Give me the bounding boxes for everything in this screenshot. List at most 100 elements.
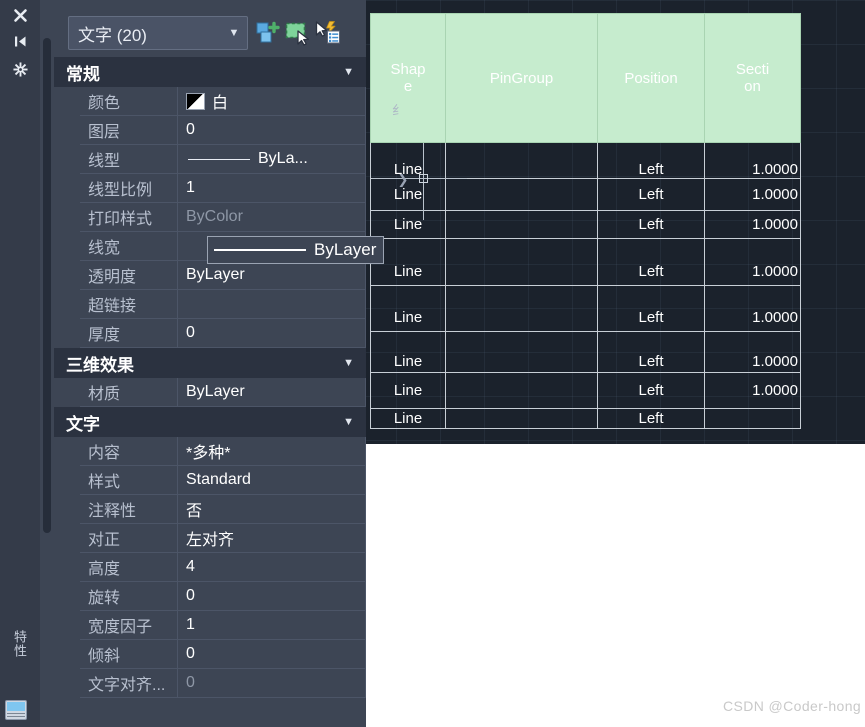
property-row[interactable]: 材质 ByLayer [54,378,366,407]
property-value[interactable]: 0 [178,669,366,698]
chevron-down-icon[interactable]: ▼ [221,27,247,39]
cell-pingroup[interactable] [445,331,598,373]
section-collapse-icon[interactable]: ▼ [343,66,366,78]
table-row[interactable]: Line Left 1.0000 [370,331,801,373]
property-row[interactable]: 旋转 0 [54,582,366,611]
property-row[interactable]: 超链接 [54,290,366,319]
table-row[interactable]: Line Left 1.0000 [370,372,801,409]
property-row[interactable]: 打印样式 ByColor [54,203,366,232]
add-to-selection-icon[interactable] [254,19,282,47]
properties-scrollbar-thumb[interactable] [43,38,51,533]
table-header-pingroup[interactable]: PinGroup [445,13,598,143]
table-row[interactable]: Line Left 1.0000 [370,238,801,286]
auto-hide-pin-icon[interactable] [4,28,36,54]
section-title: 三维效果 [66,355,134,375]
property-row[interactable]: 透明度 ByLayer [54,261,366,290]
table-row[interactable]: Line Left 1.0000 [370,178,801,211]
property-row[interactable]: 内容 *多种* [54,437,366,466]
property-value[interactable] [178,290,366,319]
cell-shape[interactable]: Line [370,285,446,332]
cell-position[interactable]: Left [597,408,705,429]
lineweight-active-editor[interactable]: ByLayer [207,236,384,264]
cell-position[interactable]: Left [597,331,705,373]
cell-pingroup[interactable] [445,408,598,429]
table-header-section[interactable]: Secti on [704,13,801,143]
property-row[interactable]: 文字对齐... 0 [54,669,366,698]
cell-pingroup[interactable] [445,210,598,239]
property-value[interactable]: 0 [178,582,366,611]
property-row[interactable]: 线型比例 1 [54,174,366,203]
property-value[interactable]: 1 [178,611,366,640]
section-collapse-icon[interactable]: ▼ [343,357,366,369]
table-header-position[interactable]: Position [597,13,705,143]
section-header-3[interactable]: 文字 ▼ [54,407,366,437]
property-value[interactable]: ByLayer [178,261,366,290]
cell-shape[interactable]: Line [370,372,446,409]
property-value[interactable]: 1 [178,174,366,203]
cell-section[interactable]: 1.0000 [704,331,801,373]
section-title: 文字 [66,414,100,434]
property-row[interactable]: 宽度因子 1 [54,611,366,640]
canvas-lower-white-area [366,444,865,727]
cell-shape[interactable]: Line [370,210,446,239]
property-row[interactable]: 样式 Standard [54,466,366,495]
property-value[interactable]: 4 [178,553,366,582]
cell-section[interactable]: 1.0000 [704,142,801,179]
property-row[interactable]: 颜色 白 [54,87,366,116]
cell-position[interactable]: Left [597,238,705,286]
property-row[interactable]: 线型 ByLa... [54,145,366,174]
settings-gear-icon[interactable] [4,56,36,82]
property-value[interactable]: 0 [178,116,366,145]
panel-collapse-arrow-icon[interactable]: ❯ [397,172,409,188]
cell-pingroup[interactable] [445,372,598,409]
cell-shape[interactable]: Line [370,408,446,429]
cell-pingroup[interactable] [445,238,598,286]
cell-pingroup[interactable] [445,285,598,332]
properties-panel-icon[interactable] [5,700,27,720]
property-value[interactable]: 左对齐 [178,524,366,553]
cell-pingroup[interactable] [445,142,598,179]
cell-section[interactable]: 1.0000 [704,238,801,286]
cell-pingroup[interactable] [445,178,598,211]
property-row[interactable]: 倾斜 0 [54,640,366,669]
property-value[interactable]: ByColor [178,203,366,232]
property-value[interactable]: 0 [178,640,366,669]
table-row[interactable]: Line Left [370,408,801,429]
property-value[interactable]: 否 [178,495,366,524]
cad-data-table[interactable]: Shap e PinGroup Position Secti on Line Left 1.00… [370,13,801,429]
cell-section[interactable]: 1.0000 [704,210,801,239]
quick-properties-icon[interactable] [314,19,342,47]
table-row[interactable]: Line Left 1.0000 [370,210,801,239]
cell-position[interactable]: Left [597,372,705,409]
property-row[interactable]: 图层 0 [54,116,366,145]
property-row[interactable]: 对正 左对齐 [54,524,366,553]
table-header-shape[interactable]: Shap e [370,13,446,143]
cell-section[interactable]: 1.0000 [704,178,801,211]
property-row[interactable]: 高度 4 [54,553,366,582]
property-value[interactable]: ByLa... [178,145,366,174]
property-value[interactable]: ByLayer [178,378,366,407]
cell-position[interactable]: Left [597,142,705,179]
cell-section[interactable]: 1.0000 [704,372,801,409]
object-type-select[interactable]: 文字 (20) ▼ [68,16,248,50]
cell-position[interactable]: Left [597,285,705,332]
table-row[interactable]: Line Left 1.0000 [370,285,801,332]
close-icon[interactable] [4,2,36,28]
property-value[interactable]: *多种* [178,437,366,466]
cell-section[interactable]: 1.0000 [704,285,801,332]
section-header-2[interactable]: 三维效果 ▼ [54,348,366,378]
table-row[interactable]: Line Left 1.0000 [370,142,801,179]
property-row[interactable]: 注释性否 [54,495,366,524]
quick-select-icon[interactable] [284,19,312,47]
cell-position[interactable]: Left [597,178,705,211]
cell-position[interactable]: Left [597,210,705,239]
section-collapse-icon[interactable]: ▼ [343,416,366,428]
section-header-1[interactable]: 常规 ▼ [54,57,366,87]
cell-section[interactable] [704,408,801,429]
property-value[interactable]: 白 [178,87,366,116]
properties-scrollbar[interactable] [40,10,54,710]
property-row[interactable]: 厚度 0 [54,319,366,348]
property-value[interactable]: Standard [178,466,366,495]
property-value[interactable]: 0 [178,319,366,348]
cell-shape[interactable]: Line [370,331,446,373]
